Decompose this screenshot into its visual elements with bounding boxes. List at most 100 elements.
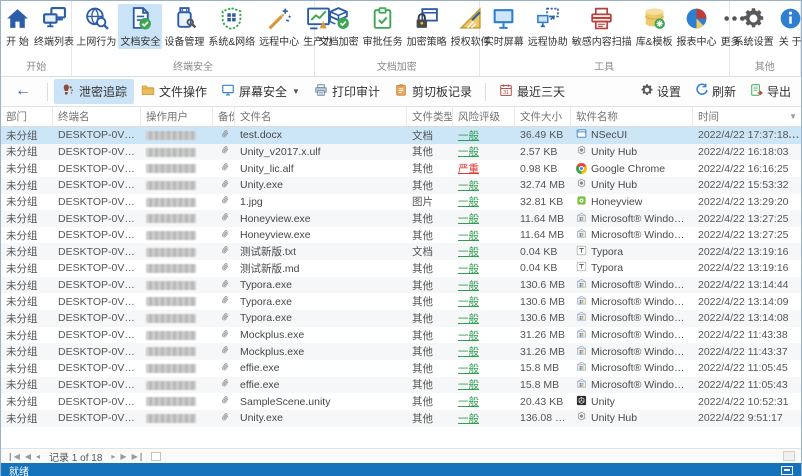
risk-grade-link[interactable]: 一般 xyxy=(458,230,479,242)
ribbon-item-document-security[interactable]: 文档安全 xyxy=(118,4,163,49)
ribbon-item-library-templates[interactable]: 库&模板 xyxy=(634,4,675,49)
settings-button[interactable]: 设置 xyxy=(638,80,683,103)
table-row[interactable]: 未分组 DESKTOP-0VIDMDJ 测试新版.txt 文档 一般 0.04 KB Typ… xyxy=(1,243,801,261)
table-row[interactable]: 未分组 DESKTOP-0VIDMDJ Unity_v2017.x.ulf 其他 一般 2… xyxy=(1,143,801,161)
cell-attachment xyxy=(213,228,235,243)
risk-grade-link[interactable]: 一般 xyxy=(458,130,479,142)
table-row[interactable]: 未分组 DESKTOP-0VIDMDJ Unity.exe 其他 一般 136.08 MB… xyxy=(1,409,801,427)
ribbon-item-report-center[interactable]: 报表中心 xyxy=(674,4,718,49)
col-header-size[interactable]: 文件大小 xyxy=(515,107,571,126)
cell-filename: 1.jpg xyxy=(240,195,263,208)
clipboard-records-button[interactable]: 剪切板记录 xyxy=(387,79,479,104)
row-more-button[interactable]: ... xyxy=(789,130,801,141)
refresh-button[interactable]: 刷新 xyxy=(693,80,738,103)
ribbon-item-about[interactable]: 关 于 xyxy=(776,4,801,49)
ribbon-item-system-settings[interactable]: 系统设置 xyxy=(732,4,776,49)
msi-icon xyxy=(576,328,587,342)
col-header-user[interactable]: 操作用户 xyxy=(141,107,213,126)
table-row[interactable]: 未分组 DESKTOP-0VIDMDJ Unity.exe 其他 一般 32.74 MB U… xyxy=(1,176,801,194)
first-page-button[interactable]: ❙◀ xyxy=(7,452,20,461)
ribbon-item-terminal-list[interactable]: 终端列表 xyxy=(32,4,76,49)
ribbon-item-live-screen[interactable]: 实时屏幕 xyxy=(482,4,526,49)
risk-grade-link[interactable]: 一般 xyxy=(458,263,479,275)
table-row[interactable]: 未分组 DESKTOP-0VIDMDJ 测试新版.md 其他 一般 0.04 KB Typo… xyxy=(1,260,801,277)
col-header-risk[interactable]: 风险评级 xyxy=(453,107,515,126)
prev-step-button[interactable]: ◂ xyxy=(36,452,40,461)
column-filter-icon[interactable]: ▼ xyxy=(789,112,797,121)
table-row[interactable]: 未分组 DESKTOP-0VIDMDJ Mockplus.exe 其他 一般 31.26 … xyxy=(1,343,801,360)
table-row[interactable]: 未分组 DESKTOP-0VIDMDJ SampleScene.unity 其他 一般 2… xyxy=(1,393,801,410)
export-button[interactable]: 导出 xyxy=(748,80,793,103)
table-row[interactable]: 未分组 DESKTOP-0VIDMDJ Honeyview.exe 其他 一般 11.64… xyxy=(1,226,801,244)
cell-terminal: DESKTOP-0VIDMDJ xyxy=(58,279,141,292)
risk-grade-link[interactable]: 一般 xyxy=(458,330,479,342)
next-step-button[interactable]: ▸ xyxy=(111,452,115,461)
risk-grade-link[interactable]: 一般 xyxy=(458,146,479,158)
cell-software: Microsoft® Windows® Oper... xyxy=(571,378,693,392)
table-row[interactable]: 未分组 DESKTOP-0VIDMDJ Typora.exe 其他 一般 130.6 MB… xyxy=(1,293,801,311)
ribbon-item-remote-assist[interactable]: 远程协助 xyxy=(526,4,570,49)
ribbon-item-home[interactable]: 开 始 xyxy=(3,4,32,49)
ribbon-item-sensitive-scan[interactable]: 敏感内容扫描 xyxy=(570,4,634,49)
software-name: Google Chrome xyxy=(591,162,666,175)
col-header-label: 文件类型 xyxy=(412,111,453,123)
table-row[interactable]: 未分组 DESKTOP-0VIDMDJ Mockplus.exe 其他 一般 31.26 … xyxy=(1,326,801,344)
table-row[interactable]: 未分组 DESKTOP-0VIDMDJ Typora.exe 其他 一般 130.6 MB… xyxy=(1,276,801,294)
screen-security-button[interactable]: 屏幕安全 ▼ xyxy=(214,79,307,104)
col-header-terminal[interactable]: 终端名 xyxy=(53,107,141,126)
back-button[interactable]: ← xyxy=(9,82,41,102)
paperclip-icon xyxy=(215,228,233,243)
risk-grade-link[interactable]: 一般 xyxy=(458,280,479,292)
pager-extra-button[interactable] xyxy=(151,451,162,461)
risk-grade-link[interactable]: 一般 xyxy=(458,379,479,391)
col-header-attach[interactable]: 备份 xyxy=(213,107,235,126)
prev-page-button[interactable]: ◀ xyxy=(25,452,31,461)
time-value: 2022/4/22 11:05:45 xyxy=(698,362,788,375)
cell-software: Microsoft® Windows® Oper... xyxy=(571,228,693,242)
cell-software: Microsoft® Windows® Oper... xyxy=(571,295,693,309)
app-window: { "colors": { "accent":"#1473ba", "selec… xyxy=(0,0,802,476)
ribbon-item-device-management[interactable]: 设备管理 xyxy=(162,4,206,49)
last-three-days-button[interactable]: 31 最近三天 xyxy=(492,79,572,104)
software-name: Honeyview xyxy=(591,195,643,208)
ribbon-item-doc-encrypt[interactable]: 文档加密 xyxy=(317,4,361,49)
ribbon-item-encryption-policy[interactable]: 加密策略 xyxy=(405,4,449,49)
table-row[interactable]: 未分组 DESKTOP-0VIDMDJ Typora.exe 其他 一般 130.6 MB… xyxy=(1,310,801,327)
risk-grade-link[interactable]: 一般 xyxy=(458,246,479,258)
table-row[interactable]: 未分组 DESKTOP-0VIDMDJ test.docx 文档 一般 36.49 KB N… xyxy=(1,127,801,144)
table-row[interactable]: 未分组 DESKTOP-0VIDMDJ Unity_lic.alf 其他 严重 0.98 … xyxy=(1,160,801,177)
ribbon-item-internet-behavior[interactable]: 上网行为 xyxy=(74,4,118,49)
risk-grade-link[interactable]: 一般 xyxy=(458,213,479,225)
risk-grade-link[interactable]: 严重 xyxy=(458,163,479,175)
col-header-filetype[interactable]: 文件类型 xyxy=(407,107,453,126)
table-row[interactable]: 未分组 DESKTOP-0VIDMDJ effie.exe 其他 一般 15.8 MB Mi… xyxy=(1,359,801,377)
risk-grade-link[interactable]: 一般 xyxy=(458,180,479,192)
table-row[interactable]: 未分组 DESKTOP-0VIDMDJ 1.jpg 图片 一般 32.81 KB Honey… xyxy=(1,193,801,211)
col-header-time[interactable]: 时间 ▼ xyxy=(693,107,802,126)
ribbon-item-approval-tasks[interactable]: 审批任务 xyxy=(361,4,405,49)
risk-grade-link[interactable]: 一般 xyxy=(458,413,479,425)
cell-attachment xyxy=(213,294,235,309)
risk-grade-link[interactable]: 一般 xyxy=(458,196,479,208)
software-name: Microsoft® Windows® Oper... xyxy=(591,378,688,391)
print-audit-button[interactable]: 打印审计 xyxy=(307,79,387,104)
risk-grade-link[interactable]: 一般 xyxy=(458,363,479,375)
risk-grade-link[interactable]: 一般 xyxy=(458,346,479,358)
ribbon-item-system-network[interactable]: 系统&网络 xyxy=(206,4,257,49)
leak-trace-button[interactable]: 泄密追踪 xyxy=(54,79,135,104)
ribbon-item-remote-center[interactable]: 远程中心 xyxy=(257,4,301,49)
risk-grade-link[interactable]: 一般 xyxy=(458,396,479,408)
risk-grade-link[interactable]: 一般 xyxy=(458,296,479,308)
last-page-button[interactable]: ▶❙ xyxy=(132,452,145,461)
col-header-software[interactable]: 软件名称 xyxy=(571,107,693,126)
cell-user-blurred xyxy=(141,412,213,424)
risk-grade-link[interactable]: 一般 xyxy=(458,313,479,325)
col-header-dept[interactable]: 部门 xyxy=(1,107,53,126)
col-header-filename[interactable]: 文件名 xyxy=(235,107,407,126)
file-operations-button[interactable]: 文件操作 xyxy=(134,79,214,104)
table-row[interactable]: 未分组 DESKTOP-0VIDMDJ effie.exe 其他 一般 15.8 MB Mi… xyxy=(1,376,801,394)
next-page-button[interactable]: ▶ xyxy=(120,452,126,461)
cell-attachment xyxy=(213,161,235,176)
table-row[interactable]: 未分组 DESKTOP-0VIDMDJ Honeyview.exe 其他 一般 11.64… xyxy=(1,210,801,227)
report-center-icon xyxy=(684,6,709,31)
